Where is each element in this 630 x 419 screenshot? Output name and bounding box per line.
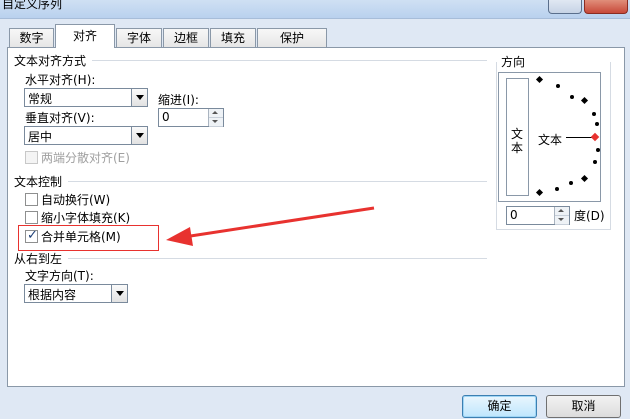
vertical-text: 文本 <box>511 127 524 155</box>
alignment-section-title: 文本对齐方式 <box>14 54 87 68</box>
shrink-to-fit-label: 缩小字体填充(K) <box>41 211 131 225</box>
ok-button[interactable]: 确定 <box>462 395 537 418</box>
degree-label: 度(D) <box>574 209 605 223</box>
orientation-text: 文本 <box>538 133 563 147</box>
vertical-text-button[interactable]: 文本 <box>506 78 529 196</box>
highlight-box <box>18 225 159 251</box>
rtl-section-title: 从右到左 <box>14 252 63 266</box>
justify-distributed-label: 两端分散对齐(E) <box>41 151 130 165</box>
chevron-down-icon[interactable] <box>131 89 147 106</box>
annotation-arrow <box>166 206 375 246</box>
tab-border[interactable]: 边框 <box>163 28 209 47</box>
tab-protection[interactable]: 保护 <box>257 28 327 47</box>
wrap-text-checkbox[interactable] <box>25 193 38 206</box>
degree-dot <box>593 160 597 164</box>
tab-fill[interactable]: 填充 <box>210 28 256 47</box>
wrap-text-label: 自动换行(W) <box>41 193 111 207</box>
close-button[interactable] <box>584 0 628 14</box>
tab-alignment[interactable]: 对齐 <box>55 24 115 48</box>
indent-value: 0 <box>162 110 170 124</box>
indent-spinner[interactable]: 0 <box>158 108 224 127</box>
degree-dot <box>569 181 573 185</box>
degree-dot <box>570 95 574 99</box>
alignment-separator <box>92 60 487 61</box>
spin-up-icon[interactable] <box>555 207 569 216</box>
vertical-align-select[interactable]: 居中 <box>24 126 148 145</box>
indent-label: 缩进(I): <box>158 93 199 107</box>
horizontal-align-select[interactable]: 常规 <box>24 88 148 107</box>
tab-font[interactable]: 字体 <box>116 28 162 47</box>
text-direction-value: 根据内容 <box>28 288 77 302</box>
degree-dot <box>556 84 560 88</box>
tab-number[interactable]: 数字 <box>9 28 54 47</box>
title-bar: 自定义序列 <box>0 0 630 19</box>
shrink-to-fit-checkbox[interactable] <box>25 211 38 224</box>
degree-dot <box>595 122 599 126</box>
orientation-needle <box>566 137 592 138</box>
rtl-separator <box>68 258 487 259</box>
text-control-section-title: 文本控制 <box>14 175 63 189</box>
vertical-align-label: 垂直对齐(V): <box>25 111 95 125</box>
spin-down-icon[interactable] <box>209 118 223 127</box>
chevron-down-icon[interactable] <box>111 285 127 302</box>
justify-distributed-checkbox[interactable] <box>25 151 38 164</box>
horizontal-align-label: 水平对齐(H): <box>25 73 96 87</box>
degree-value: 0 <box>510 208 518 222</box>
degree-dot <box>592 112 596 116</box>
vertical-align-value: 居中 <box>28 130 53 144</box>
degree-dot <box>596 148 600 152</box>
horizontal-align-value: 常规 <box>28 92 53 106</box>
degree-dot <box>555 187 559 191</box>
spin-down-icon[interactable] <box>555 216 569 225</box>
help-button[interactable] <box>548 0 582 14</box>
text-direction-label: 文字方向(T): <box>25 269 94 283</box>
text-control-separator <box>68 181 487 182</box>
degree-spinner[interactable]: 0 <box>506 206 570 225</box>
window-title: 自定义序列 <box>2 0 63 11</box>
chevron-down-icon[interactable] <box>131 127 147 144</box>
text-direction-select[interactable]: 根据内容 <box>24 284 128 303</box>
spin-up-icon[interactable] <box>209 109 223 118</box>
cancel-button[interactable]: 取消 <box>546 395 621 418</box>
